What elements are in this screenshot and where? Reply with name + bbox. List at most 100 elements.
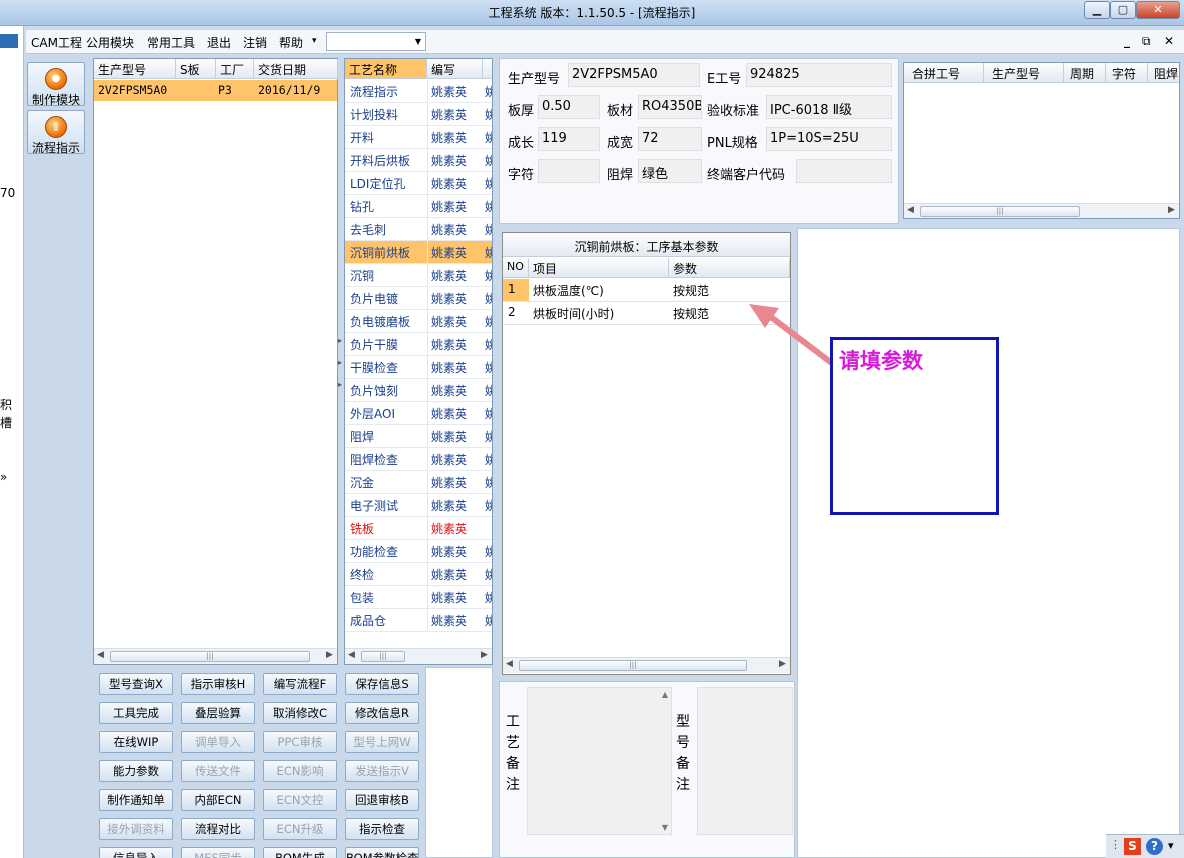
col-header-model[interactable]: 生产型号 <box>984 63 1064 83</box>
menu-tools[interactable]: 常用工具 <box>147 34 195 51</box>
action-button[interactable]: 发送指示V <box>345 760 419 782</box>
material-field[interactable]: RO4350B <box>638 95 702 119</box>
horizontal-scrollbar[interactable]: ◀ ||| ▶ <box>94 648 337 664</box>
table-row[interactable]: 终检 姚素英 姚 <box>345 563 492 586</box>
menu-common[interactable]: 公用模块 <box>86 34 134 51</box>
mask-field[interactable]: 绿色 <box>638 159 702 183</box>
action-button[interactable]: 在线WIP <box>99 731 173 753</box>
menu-logout[interactable]: 注销 <box>243 34 267 51</box>
scroll-left-icon[interactable]: ◀ <box>97 650 104 660</box>
close-button[interactable]: ✕ <box>1136 1 1180 19</box>
action-button[interactable]: 能力参数 <box>99 760 173 782</box>
action-button[interactable]: 流程对比 <box>181 818 255 840</box>
maximize-button[interactable]: ▢ <box>1110 1 1136 19</box>
menu-cam[interactable]: CAM工程 <box>31 34 82 51</box>
sogou-s-icon[interactable]: S <box>1124 838 1141 855</box>
col-header-date[interactable]: 交货日期 <box>254 59 338 79</box>
chevron-down-icon[interactable]: ▾ <box>312 36 317 46</box>
customer-code-field[interactable] <box>796 159 892 183</box>
scroll-thumb[interactable]: ||| <box>920 206 1080 217</box>
action-button[interactable]: 型号上网W <box>345 731 419 753</box>
action-button[interactable]: 信息导入 <box>99 847 173 858</box>
horizontal-scrollbar[interactable]: ◀ ||| ▶ <box>345 648 492 664</box>
action-button[interactable]: 制作通知单 <box>99 789 173 811</box>
table-row[interactable]: 阻焊检查 姚素英 姚 <box>345 448 492 471</box>
col-header-value[interactable]: 参数 <box>669 258 790 278</box>
scroll-down-icon[interactable]: ▼ <box>662 823 668 832</box>
action-button[interactable]: 回退审核B <box>345 789 419 811</box>
scroll-left-icon[interactable]: ◀ <box>348 650 355 660</box>
mdi-minimize-button[interactable]: _ <box>1124 34 1130 48</box>
eno-field[interactable]: 924825 <box>746 63 892 87</box>
table-row[interactable]: 电子测试 姚素英 姚 <box>345 494 492 517</box>
col-header-more[interactable] <box>483 59 492 79</box>
action-button[interactable]: 调单导入 <box>181 731 255 753</box>
scroll-left-icon[interactable]: ◀ <box>506 659 513 669</box>
action-button[interactable]: 接外调资料 <box>99 818 173 840</box>
col-header-factory[interactable]: 工厂 <box>216 59 254 79</box>
table-row[interactable]: 负片蚀刻 姚素英 姚 <box>345 379 492 402</box>
table-row[interactable]: 2V2FPSM5A0 P3 2016/11/9 <box>94 80 337 101</box>
scroll-right-icon[interactable]: ▶ <box>779 659 786 669</box>
table-row[interactable]: 去毛刺 姚素英 姚 <box>345 218 492 241</box>
table-row[interactable]: 阻焊 姚素英 姚 <box>345 425 492 448</box>
scroll-right-icon[interactable]: ▶ <box>481 650 488 660</box>
make-module-button[interactable]: ● 制作模块 <box>27 62 85 107</box>
table-row[interactable]: 计划投料 姚素英 姚 <box>345 103 492 126</box>
quick-combo[interactable]: ▼ <box>326 32 426 51</box>
col-header-process[interactable]: 工艺名称 <box>345 59 427 79</box>
action-button[interactable]: ECN升级 <box>263 818 337 840</box>
chevron-down-icon[interactable]: ▾ <box>1168 839 1174 852</box>
col-header-char[interactable]: 字符 <box>1106 63 1148 83</box>
cell-value[interactable]: 按规范 <box>673 305 709 322</box>
table-row[interactable]: 包装 姚素英 姚 <box>345 586 492 609</box>
col-header-merge-no[interactable]: 合拼工号 <box>904 63 984 83</box>
action-button[interactable]: MES同步 <box>181 847 255 858</box>
action-button[interactable]: 编写流程F <box>263 673 337 695</box>
table-row[interactable]: 流程指示 姚素英 姚 <box>345 80 492 103</box>
horizontal-scrollbar[interactable]: ◀ ||| ▶ <box>503 657 790 673</box>
action-button[interactable]: BOM参数检查 <box>345 847 419 858</box>
table-row[interactable]: 铣板 姚素英 <box>345 517 492 540</box>
scroll-up-icon[interactable]: ▲ <box>662 690 668 699</box>
scroll-thumb[interactable]: ||| <box>519 660 747 671</box>
action-button[interactable]: 保存信息S <box>345 673 419 695</box>
minimize-button[interactable]: ▁ <box>1084 1 1110 19</box>
table-row[interactable]: 沉铜前烘板 姚素英 姚 <box>345 241 492 264</box>
col-header-writer[interactable]: 编写 <box>427 59 483 79</box>
table-row[interactable]: 功能检查 姚素英 姚 <box>345 540 492 563</box>
splitter-arrows[interactable]: ▸ ▸ ▸ <box>338 330 344 400</box>
table-row[interactable]: 开料后烘板 姚素英 姚 <box>345 149 492 172</box>
thickness-field[interactable]: 0.50 <box>538 95 600 119</box>
cell-value[interactable]: 按规范 <box>673 282 709 299</box>
width-field[interactable]: 72 <box>638 127 702 151</box>
menu-exit[interactable]: 退出 <box>207 34 231 51</box>
table-row[interactable]: 成品仓 姚素英 姚 <box>345 609 492 632</box>
scroll-thumb[interactable]: ||| <box>361 651 405 662</box>
model-notes-field[interactable] <box>697 687 793 835</box>
mdi-close-button[interactable]: ✕ <box>1164 34 1174 48</box>
action-button[interactable]: ECN影响 <box>263 760 337 782</box>
scroll-right-icon[interactable]: ▶ <box>326 650 333 660</box>
col-header-item[interactable]: 项目 <box>529 258 669 278</box>
action-button[interactable]: 修改信息R <box>345 702 419 724</box>
scroll-right-icon[interactable]: ▶ <box>1168 205 1175 215</box>
standard-field[interactable]: IPC-6018 Ⅱ级 <box>766 95 892 119</box>
model-field[interactable]: 2V2FPSM5A0 <box>568 63 700 87</box>
process-guide-button[interactable]: ǁ 流程指示 <box>27 110 85 155</box>
table-row[interactable]: 开料 姚素英 姚 <box>345 126 492 149</box>
col-header-sboard[interactable]: S板 <box>176 59 216 79</box>
action-button[interactable]: 型号查询X <box>99 673 173 695</box>
table-row[interactable]: LDI定位孔 姚素英 姚 <box>345 172 492 195</box>
action-button[interactable]: 叠层验算 <box>181 702 255 724</box>
col-header-cycle[interactable]: 周期 <box>1064 63 1106 83</box>
table-row[interactable]: 沉铜 姚素英 姚 <box>345 264 492 287</box>
mdi-restore-button[interactable]: ⧉ <box>1142 34 1151 49</box>
action-button[interactable]: 内部ECN <box>181 789 255 811</box>
action-button[interactable]: 工具完成 <box>99 702 173 724</box>
table-row[interactable]: 沉金 姚素英 姚 <box>345 471 492 494</box>
table-row[interactable]: 负片干膜 姚素英 姚 <box>345 333 492 356</box>
table-row[interactable]: 外层AOI 姚素英 姚 <box>345 402 492 425</box>
col-header-mask[interactable]: 阻焊 <box>1148 63 1179 83</box>
horizontal-scrollbar[interactable]: ◀ ||| ▶ <box>904 203 1179 218</box>
